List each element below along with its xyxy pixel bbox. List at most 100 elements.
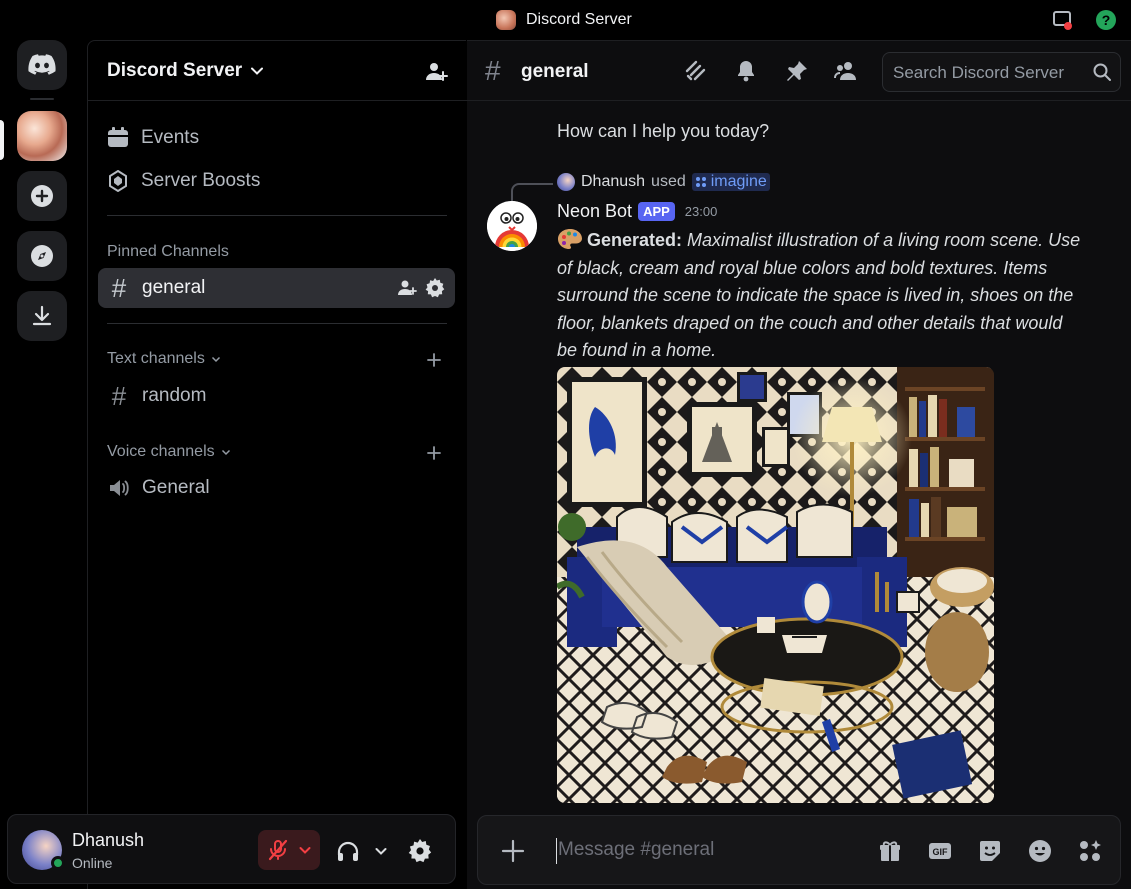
svg-text:GIF: GIF [933, 847, 949, 857]
channel-random-label: random [142, 385, 207, 406]
events-link[interactable]: Events [107, 127, 199, 149]
text-channels-header[interactable]: Text channels [107, 350, 221, 368]
message-content: Generated: Maximalist illustration of a … [557, 227, 1087, 365]
message-header: Neon Bot APP 23:00 [557, 201, 717, 222]
hashtag-icon: # [111, 272, 127, 303]
gear-icon[interactable] [425, 278, 445, 298]
sidebar-divider [107, 215, 447, 216]
bot-avatar[interactable] [487, 201, 537, 251]
text-caret [556, 838, 557, 864]
discord-home-icon[interactable] [17, 40, 67, 90]
search-input[interactable]: Search Discord Server [882, 52, 1121, 92]
voice-channels-label: Voice channels [107, 443, 215, 460]
notification-bell-icon[interactable] [734, 59, 758, 83]
mute-button[interactable] [258, 830, 320, 870]
server-name-group[interactable]: Discord Server [107, 60, 264, 82]
add-server-icon[interactable] [17, 171, 67, 221]
chat-header: # general Search Discord Server [467, 41, 1131, 101]
online-status-dot [51, 856, 65, 870]
chevron-down-icon [221, 449, 230, 456]
app-badge: APP [638, 202, 675, 221]
chevron-down-icon[interactable] [374, 844, 388, 858]
sticker-icon[interactable] [978, 839, 1002, 863]
palette-emoji-icon [558, 229, 582, 249]
search-icon [1093, 63, 1111, 81]
attach-plus-icon[interactable] [500, 838, 526, 864]
window-title: Discord Server [526, 11, 632, 28]
gif-icon[interactable]: GIF [928, 839, 952, 863]
channel-random[interactable]: # random [98, 376, 455, 416]
server-mini-icon [496, 10, 516, 30]
chevron-down-icon[interactable] [298, 843, 312, 857]
channel-sidebar: Discord Server Events Server Boosts Pinn… [87, 40, 467, 889]
voice-channels-header[interactable]: Voice channels [107, 443, 231, 461]
voice-general-label: General [142, 477, 210, 498]
channel-general[interactable]: # general [98, 268, 455, 308]
chevron-down-icon [211, 356, 220, 363]
message-timestamp[interactable]: 23:00 [685, 204, 718, 219]
invite-people-icon[interactable] [424, 60, 448, 84]
server-avatar[interactable] [17, 111, 67, 161]
hashtag-icon: # [485, 55, 501, 86]
channel-actions [397, 278, 445, 298]
server-name: Discord Server [107, 60, 243, 81]
app-command-icon [695, 177, 706, 187]
message-author[interactable]: Neon Bot [557, 201, 632, 222]
reply-preview[interactable]: Dhanush used imagine [557, 173, 770, 191]
server-rail [0, 40, 86, 889]
sidebar-divider [107, 323, 447, 324]
speaker-icon [110, 480, 129, 496]
deafen-button[interactable] [336, 839, 388, 863]
events-label: Events [141, 127, 200, 148]
apps-icon[interactable] [1078, 839, 1102, 863]
server-header[interactable]: Discord Server [88, 41, 467, 101]
channel-voice-general[interactable]: General [98, 468, 455, 508]
message-input[interactable]: Message #general [558, 839, 714, 861]
message-composer[interactable]: Message #general GIF [477, 815, 1121, 885]
calendar-icon [108, 127, 128, 147]
mic-muted-icon [268, 839, 288, 861]
headphones-icon [337, 841, 359, 861]
user-name[interactable]: Dhanush [72, 830, 144, 851]
generated-label: Generated: [587, 230, 683, 250]
pinned-channels-header: Pinned Channels [107, 243, 229, 261]
threads-icon[interactable] [684, 59, 708, 83]
add-voice-channel-icon[interactable] [426, 445, 442, 461]
server-boosts-link[interactable]: Server Boosts [107, 170, 260, 192]
channel-general-label: general [142, 277, 206, 298]
emoji-icon[interactable] [1028, 839, 1052, 863]
reply-user[interactable]: Dhanush [581, 173, 645, 191]
reply-verb: used [651, 173, 686, 190]
discover-icon[interactable] [17, 231, 67, 281]
user-settings-gear-icon[interactable] [408, 839, 432, 863]
channel-title: general [521, 61, 589, 82]
boost-gem-icon [109, 170, 127, 192]
inbox-icon[interactable] [1052, 10, 1072, 30]
selected-server-pill [0, 120, 4, 160]
generated-image[interactable] [557, 367, 994, 803]
invite-member-icon[interactable] [397, 278, 417, 298]
server-boosts-label: Server Boosts [141, 170, 261, 191]
rail-separator [30, 98, 54, 100]
title-bar: Discord Server ? [0, 0, 1131, 40]
gift-icon[interactable] [878, 839, 902, 863]
member-list-icon[interactable] [834, 59, 858, 83]
pinned-channels-label: Pinned Channels [107, 243, 229, 260]
search-placeholder: Search Discord Server [893, 63, 1065, 82]
reply-connector [511, 183, 553, 201]
hashtag-icon: # [111, 380, 127, 411]
text-channels-label: Text channels [107, 350, 205, 367]
download-icon[interactable] [17, 291, 67, 341]
previous-message-text: How can I help you today? [557, 121, 770, 141]
user-panel: Dhanush Online [7, 814, 456, 884]
avatar [557, 173, 575, 191]
pin-icon[interactable] [785, 59, 809, 83]
add-text-channel-icon[interactable] [426, 352, 442, 368]
help-icon[interactable]: ? [1096, 10, 1116, 30]
command-name: imagine [710, 173, 767, 190]
slash-command-link[interactable]: imagine [691, 173, 770, 191]
window-title-group: Discord Server [496, 10, 632, 30]
chat-area: # general Search Discord Server How can … [467, 40, 1131, 889]
chevron-down-icon [251, 67, 264, 75]
user-status: Online [72, 855, 113, 871]
